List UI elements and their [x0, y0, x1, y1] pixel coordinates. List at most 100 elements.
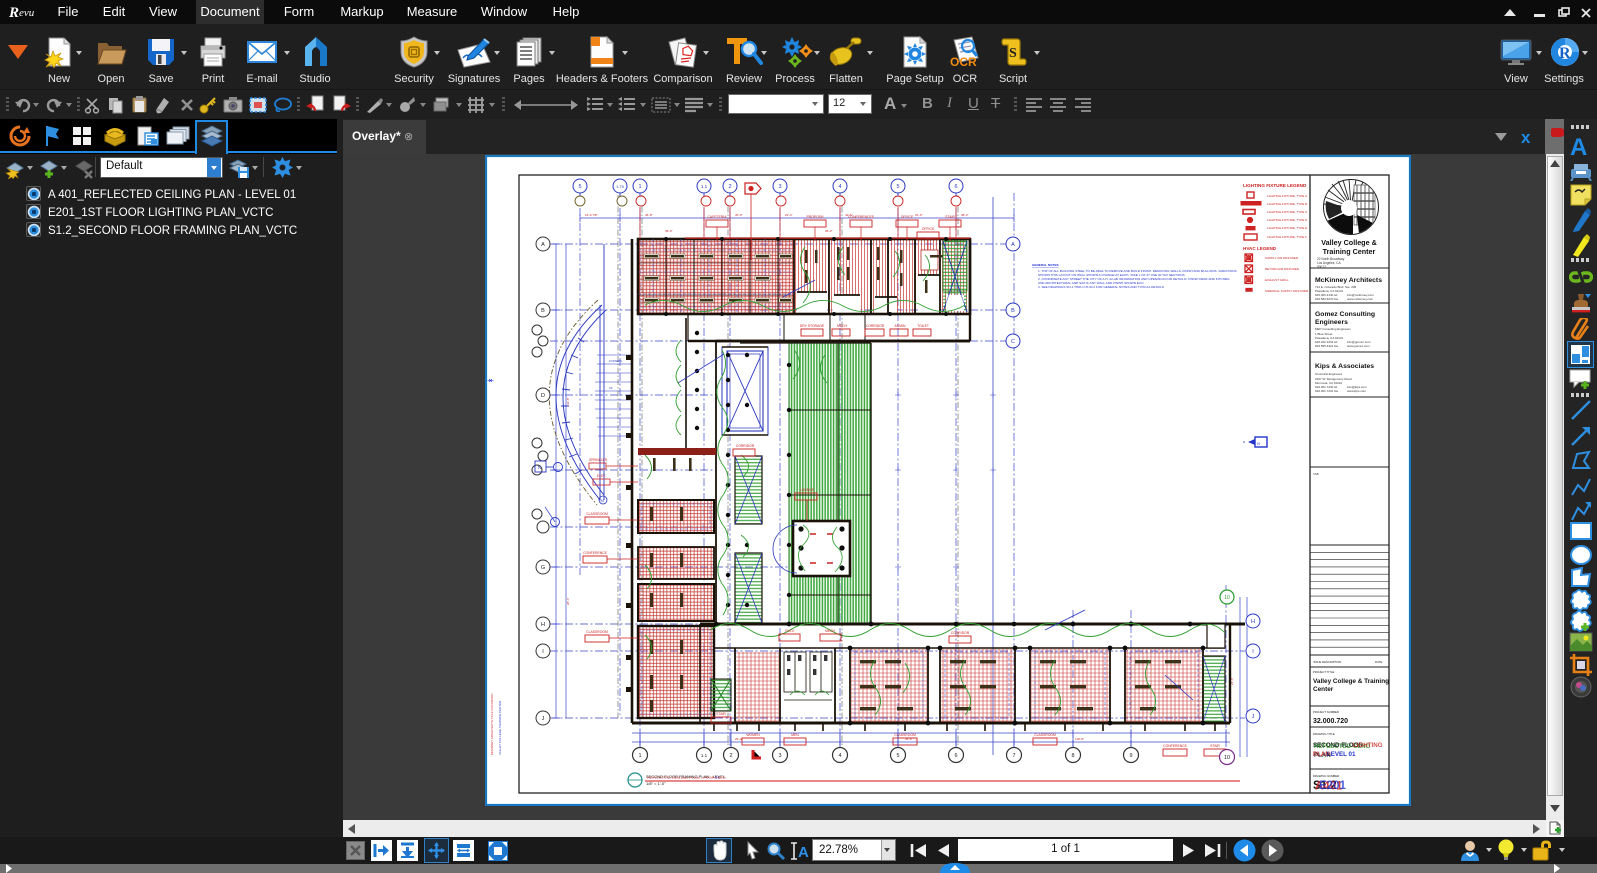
svg-text:S: S: [1009, 46, 1017, 61]
svg-text:CONFERENCE: CONFERENCE: [583, 551, 607, 555]
svg-text:ELEV.: ELEV.: [785, 629, 794, 633]
svg-text:GENERAL NOTES: GENERAL NOTES: [1032, 263, 1059, 267]
svg-text:TAB: TAB: [1313, 472, 1319, 476]
svg-text:10: 10: [1224, 595, 1230, 601]
svg-text:N: N: [1257, 441, 1260, 446]
svg-text:LIGHTING FIXTURE, TYPE C: LIGHTING FIXTURE, TYPE C: [1267, 210, 1308, 214]
svg-text:LIGHTING FIXTURE, TYPE A: LIGHTING FIXTURE, TYPE A: [1267, 194, 1307, 198]
svg-text:CORRIDOR: CORRIDOR: [951, 631, 970, 635]
svg-text:Center: Center: [1313, 686, 1334, 693]
svg-text:4: 4: [838, 753, 841, 759]
svg-text:CLASSROOM: CLASSROOM: [586, 630, 608, 634]
svg-text:5: 5: [896, 184, 899, 190]
svg-text:RETURN AIR DIFFUSER: RETURN AIR DIFFUSER: [1265, 267, 1300, 271]
svg-text:1.1: 1.1: [701, 184, 708, 189]
svg-text:Valley College & Training: Valley College & Training: [1313, 678, 1389, 685]
svg-text:OFFICE: OFFICE: [922, 227, 935, 231]
svg-text:16'-9 7/8": 16'-9 7/8": [585, 213, 598, 217]
svg-text:ISSUE DESCRIPTION: ISSUE DESCRIPTION: [1313, 660, 1341, 664]
svg-text:LIGHTING FIXTURE LEGEND: LIGHTING FIXTURE LEGEND: [1243, 183, 1307, 188]
svg-text:626.301.7231 fax: 626.301.7231 fax: [1315, 389, 1339, 393]
svg-text:Valley College &: Valley College &: [1321, 238, 1377, 247]
svg-text:3: 3: [778, 184, 781, 190]
svg-text:626.583.9270 fax: 626.583.9270 fax: [1315, 297, 1339, 301]
svg-text:www.kips.com: www.kips.com: [1347, 389, 1367, 393]
svg-text:A: A: [798, 844, 809, 861]
svg-text:2: 2: [729, 753, 732, 759]
svg-text:WOMEN: WOMEN: [746, 733, 760, 737]
svg-text:CLASSROOM: CLASSROOM: [1034, 733, 1056, 737]
svg-text:OFFICE: OFFICE: [901, 215, 914, 219]
svg-text:Gomez Consulting: Gomez Consulting: [1315, 311, 1375, 318]
svg-text:6: 6: [954, 753, 957, 759]
svg-text:MECH: MECH: [837, 324, 848, 328]
svg-text:REFLECTED CEILING PLAN - PROPO: REFLECTED CEILING PLAN - PROPOSED: [647, 775, 726, 780]
svg-text:90012: 90012: [1317, 265, 1326, 269]
svg-text:EXHAUST GRILL: EXHAUST GRILL: [1265, 278, 1289, 282]
svg-text:Kips & Associates: Kips & Associates: [1315, 363, 1374, 370]
svg-text:x: x: [1521, 128, 1531, 146]
svg-text:A: A: [541, 242, 545, 248]
svg-text:5: 5: [896, 753, 899, 759]
svg-text:ADMIN: ADMIN: [895, 324, 906, 328]
svg-text:D: D: [541, 393, 545, 399]
svg-text:22'-4": 22'-4": [785, 213, 793, 217]
svg-text:TOILET: TOILET: [917, 324, 929, 328]
svg-text:H: H: [1251, 619, 1255, 625]
svg-text:VALLEY COLLEGE TRAINING CENTER: VALLEY COLLEGE TRAINING CENTER: [498, 700, 502, 755]
svg-text:A: A: [1011, 242, 1015, 248]
svg-text:626.555.4321 fax: 626.555.4321 fax: [1315, 344, 1339, 348]
svg-text:PROJECT TITLE: PROJECT TITLE: [1313, 670, 1334, 674]
svg-text:01: 01: [715, 775, 720, 780]
svg-text:H: H: [541, 622, 545, 628]
svg-text:Engineers: Engineers: [1315, 319, 1348, 326]
svg-text:9: 9: [1129, 753, 1132, 759]
svg-text:1/8" = 1'-0": 1/8" = 1'-0": [646, 781, 666, 786]
svg-text:10: 10: [1224, 755, 1230, 761]
svg-text:M: M: [601, 498, 604, 503]
svg-text:STAIR: STAIR: [945, 215, 955, 219]
svg-text:HVAC LEGEND: HVAC LEGEND: [1243, 246, 1277, 251]
svg-text:CORRIDOR: CORRIDOR: [866, 324, 885, 328]
svg-text:STAIR: STAIR: [1210, 744, 1220, 748]
svg-text:36'-0": 36'-0": [735, 213, 743, 217]
svg-text:PROJECT NUMBER: PROJECT NUMBER: [1313, 710, 1339, 714]
svg-text:www.gomez.com: www.gomez.com: [1347, 344, 1370, 348]
svg-text:LOUNGE: LOUNGE: [800, 488, 815, 492]
svg-text:32.000.720: 32.000.720: [1313, 718, 1348, 725]
svg-text:MEN: MEN: [791, 733, 799, 737]
svg-text:R: R: [1559, 45, 1571, 62]
svg-text:MEP Consulting Engineers: MEP Consulting Engineers: [1315, 327, 1351, 331]
svg-text:PROPOSH: PROPOSH: [807, 215, 825, 219]
svg-text:B: B: [541, 308, 545, 314]
svg-text:www.mckinney.com: www.mckinney.com: [1347, 297, 1374, 301]
svg-text:1: 1: [638, 184, 641, 190]
svg-text:LIGHTING FIXTURE, TYPE E: LIGHTING FIXTURE, TYPE E: [1267, 226, 1307, 230]
svg-text:UP: UP: [609, 387, 613, 390]
svg-text:28'-4": 28'-4": [566, 597, 570, 605]
svg-text:J: J: [542, 716, 545, 722]
svg-text:McKinney Architects: McKinney Architects: [1315, 277, 1382, 284]
svg-text:ELEV.: ELEV.: [597, 474, 606, 478]
svg-text:evu: evu: [19, 7, 35, 19]
svg-text:McKINNEY ARCHITECTS 744 E COLO: McKINNEY ARCHITECTS 744 E COLORADO: [490, 693, 494, 755]
svg-text:36'-2": 36'-2": [825, 229, 833, 233]
svg-text:DRAWING TITLE: DRAWING TITLE: [1313, 732, 1335, 736]
svg-text:46'-8": 46'-8": [645, 213, 653, 217]
svg-text:C: C: [1011, 339, 1015, 345]
svg-text:31'-0": 31'-0": [915, 213, 923, 217]
svg-text:N: N: [538, 465, 541, 470]
svg-text:CONFERENCE: CONFERENCE: [1163, 744, 1187, 748]
svg-text:3: 3: [778, 753, 781, 759]
svg-text:29'-4": 29'-4": [735, 737, 743, 741]
svg-text:38'-4": 38'-4": [961, 213, 969, 217]
svg-text:R: R: [8, 5, 19, 21]
svg-text:G: G: [541, 565, 545, 571]
svg-text:CAFETERIA: CAFETERIA: [707, 215, 727, 219]
svg-text:CLASSROOM: CLASSROOM: [894, 733, 916, 737]
svg-text:SIDEWALL SUPPLY DIFFUSER: SIDEWALL SUPPLY DIFFUSER: [1265, 289, 1309, 293]
svg-text:MECH: MECH: [825, 629, 836, 633]
svg-text:LIGHTING FIXTURE, TYPE B: LIGHTING FIXTURE, TYPE B: [1267, 202, 1307, 206]
svg-text:6: 6: [954, 184, 957, 190]
svg-text:49'-9": 49'-9": [665, 229, 673, 233]
